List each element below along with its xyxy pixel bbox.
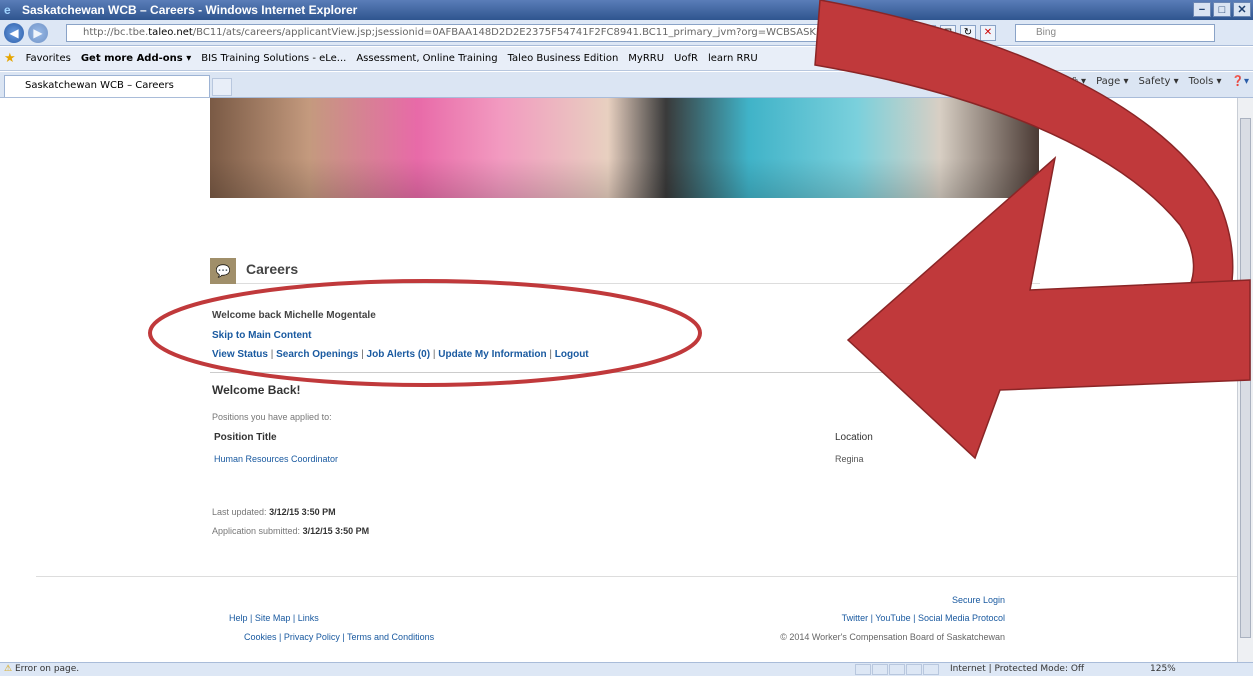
browser-window: e Saskatchewan WCB – Careers - Windows I… <box>0 0 1253 676</box>
view-status-link[interactable]: View Status <box>212 349 268 360</box>
help-icon[interactable]: ❓▾ <box>1232 76 1249 87</box>
status-bar: ⚠ Error on page. Internet | Protected Mo… <box>0 662 1253 676</box>
zoom-level[interactable]: 125% <box>1150 664 1176 674</box>
address-actions: ▾ ⊡ ↻ ✕ <box>920 25 996 41</box>
divider <box>210 372 1038 373</box>
address-bar: ◀ ▶ http://bc.tbe.taleo.net/BC11/ats/car… <box>0 20 1253 46</box>
print-icon[interactable]: ⎙ ▾ <box>1070 76 1086 87</box>
application-submitted: Application submitted: 3/12/15 3:50 PM <box>212 526 370 536</box>
forward-icon[interactable]: ▶ <box>28 23 48 43</box>
speech-bubble-icon: 💬 <box>210 258 236 284</box>
safety-menu[interactable]: Safety ▾ <box>1138 76 1178 87</box>
warning-icon: ⚠ <box>4 664 13 674</box>
page-menu[interactable]: Page ▾ <box>1096 76 1128 87</box>
banner-image <box>210 98 1039 198</box>
column-header-title: Position Title <box>214 432 277 443</box>
new-tab-button[interactable] <box>212 78 232 96</box>
welcome-back-title: Welcome Back! <box>212 383 301 397</box>
window-controls: − □ ✕ <box>1193 2 1251 17</box>
applied-label: Positions you have applied to: <box>212 412 332 422</box>
last-updated: Last updated: 3/12/15 3:50 PM <box>212 507 336 517</box>
dropdown-icon[interactable]: ▾ <box>920 25 936 41</box>
footer-policy-links[interactable]: Cookies | Privacy Policy | Terms and Con… <box>244 632 434 642</box>
compatibility-icon[interactable]: ⊡ <box>940 25 956 41</box>
refresh-icon[interactable]: ↻ <box>960 25 976 41</box>
search-openings-link[interactable]: Search Openings <box>276 349 358 360</box>
copyright: © 2014 Worker's Compensation Board of Sa… <box>780 632 1005 642</box>
back-icon[interactable]: ◀ <box>4 23 24 43</box>
title-bar: e Saskatchewan WCB – Careers - Windows I… <box>0 0 1253 20</box>
favorite-item[interactable]: Get more Add-ons ▾ <box>81 53 191 64</box>
status-panels <box>855 664 939 675</box>
update-info-link[interactable]: Update My Information <box>438 349 546 360</box>
maximize-button[interactable]: □ <box>1213 2 1231 17</box>
footer-social-links[interactable]: Twitter | YouTube | Social Media Protoco… <box>842 613 1005 623</box>
footer-help-links[interactable]: Help | Site Map | Links <box>229 613 319 623</box>
favorite-item[interactable]: UofR <box>674 53 698 64</box>
vertical-scrollbar[interactable] <box>1237 98 1253 662</box>
feeds-icon[interactable]: ◙ ▾ <box>1015 76 1033 87</box>
home-icon[interactable]: ⌂ ▾ <box>991 76 1006 87</box>
welcome-name: Welcome back Michelle Mogentale <box>212 310 376 321</box>
nav-links: View Status | Search Openings | Job Aler… <box>212 349 589 360</box>
favorite-item[interactable]: BIS Training Solutions - eLe... <box>201 53 346 64</box>
tab-bar: Saskatchewan WCB – Careers ⌂ ▾ ◙ ▾ ✉ ▾ ⎙… <box>0 72 1253 98</box>
position-link[interactable]: Human Resources Coordinator <box>214 454 338 464</box>
favorite-item[interactable]: Taleo Business Edition <box>508 53 619 64</box>
scroll-thumb[interactable] <box>1240 118 1251 638</box>
tab-careers[interactable]: Saskatchewan WCB – Careers <box>4 75 210 97</box>
job-alerts-link[interactable]: Job Alerts (0) <box>367 349 431 360</box>
security-zone: Internet | Protected Mode: Off <box>950 664 1085 674</box>
favorites-bar: ★ Favorites Get more Add-ons ▾ BIS Train… <box>0 47 1253 71</box>
page-title: Careers <box>246 261 299 277</box>
logout-link[interactable]: Logout <box>555 349 589 360</box>
tools-menu[interactable]: Tools ▾ <box>1189 76 1222 87</box>
search-input[interactable]: Bing <box>1015 24 1215 42</box>
favorite-item[interactable]: learn RRU <box>708 53 758 64</box>
page-content: 💬 Careers Welcome back Michelle Mogental… <box>0 98 1237 662</box>
minimize-button[interactable]: − <box>1193 2 1211 17</box>
ie-logo-icon: e <box>4 3 11 17</box>
url-input[interactable]: http://bc.tbe.taleo.net/BC11/ats/careers… <box>66 24 916 42</box>
careers-header: 💬 Careers <box>210 258 1040 284</box>
favorites-button[interactable]: Favorites <box>26 53 71 64</box>
favorite-item[interactable]: MyRRU <box>628 53 664 64</box>
window-title: Saskatchewan WCB – Careers - Windows Int… <box>22 3 358 17</box>
column-header-location: Location <box>835 432 873 443</box>
favorite-item[interactable]: Assessment, Online Training <box>356 53 497 64</box>
stop-icon[interactable]: ✕ <box>980 25 996 41</box>
position-location: Regina <box>835 454 864 464</box>
mail-icon[interactable]: ✉ ▾ <box>1043 76 1060 87</box>
close-button[interactable]: ✕ <box>1233 2 1251 17</box>
command-bar: ⌂ ▾ ◙ ▾ ✉ ▾ ⎙ ▾ Page ▾ Safety ▾ Tools ▾ … <box>991 76 1249 87</box>
favorites-star-icon[interactable]: ★ <box>4 51 16 66</box>
footer-divider <box>36 576 1237 577</box>
status-message[interactable]: ⚠ Error on page. <box>4 664 79 674</box>
secure-login-link[interactable]: Secure Login <box>952 595 1005 605</box>
skip-link[interactable]: Skip to Main Content <box>212 330 311 341</box>
